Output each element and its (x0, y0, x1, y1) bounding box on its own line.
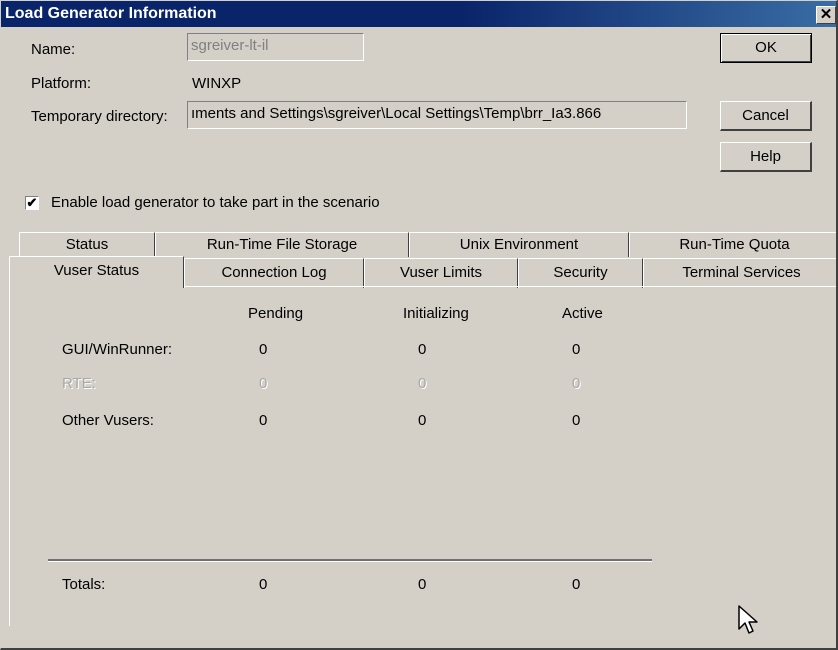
tab-unix-environment[interactable]: Unix Environment (409, 232, 629, 257)
tab-run-time-quota[interactable]: Run-Time Quota (629, 232, 836, 257)
close-button[interactable]: ✕ (816, 6, 836, 24)
other-vusers-initializing: 0 (418, 412, 427, 429)
row-label-totals: Totals: (62, 576, 106, 593)
row-label-gui-winrunner: GUI/WinRunner: (62, 341, 173, 358)
name-field: sgreiver-lt-il (187, 33, 364, 61)
temp-dir-value: ıments and Settings\sgreiver\Local Setti… (191, 105, 602, 122)
rte-pending: 0 (259, 375, 268, 392)
totals-active: 0 (572, 576, 581, 593)
row-label-rte: RTE: (62, 375, 96, 392)
cancel-button[interactable]: Cancel (720, 101, 812, 131)
name-label: Name: (31, 41, 76, 58)
column-header-pending: Pending (248, 305, 304, 322)
close-icon: ✕ (819, 6, 833, 23)
row-label-other-vusers: Other Vusers: (62, 412, 154, 429)
tab-vuser-limits[interactable]: Vuser Limits (364, 258, 518, 288)
totals-pending: 0 (259, 576, 268, 593)
tab-run-time-file-storage[interactable]: Run-Time File Storage (155, 232, 409, 257)
load-generator-dialog: Load Generator Information ✕ Name: sgrei… (0, 0, 838, 650)
tab-status[interactable]: Status (19, 232, 155, 257)
enable-checkbox[interactable]: ✔ (25, 196, 39, 210)
column-header-initializing: Initializing (403, 305, 469, 322)
window-title: Load Generator Information (5, 5, 217, 22)
platform-value: WINXP (192, 75, 242, 92)
other-vusers-active: 0 (572, 412, 581, 429)
tab-connection-log[interactable]: Connection Log (184, 258, 364, 288)
ok-button[interactable]: OK (720, 33, 812, 63)
tab-security[interactable]: Security (518, 258, 643, 288)
gui-winrunner-initializing: 0 (418, 341, 427, 358)
rte-active: 0 (572, 375, 581, 392)
help-button[interactable]: Help (720, 142, 812, 172)
checkmark-icon: ✔ (26, 195, 38, 210)
title-bar[interactable]: Load Generator Information ✕ (1, 1, 836, 27)
column-header-active: Active (562, 305, 603, 322)
totals-initializing: 0 (418, 576, 427, 593)
name-field-value: sgreiver-lt-il (191, 37, 269, 54)
mouse-pointer-icon (738, 605, 758, 634)
gui-winrunner-pending: 0 (259, 341, 268, 358)
gui-winrunner-active: 0 (572, 341, 581, 358)
totals-separator (48, 559, 652, 562)
platform-label: Platform: (31, 75, 92, 92)
tab-terminal-services[interactable]: Terminal Services (643, 258, 836, 288)
enable-checkbox-label: Enable load generator to take part in th… (51, 194, 380, 211)
tab-vuser-status[interactable]: Vuser Status (9, 256, 184, 288)
other-vusers-pending: 0 (259, 412, 268, 429)
temp-dir-field[interactable]: ıments and Settings\sgreiver\Local Setti… (187, 101, 687, 129)
rte-initializing: 0 (418, 375, 427, 392)
vuser-status-panel (9, 286, 836, 626)
temp-dir-label: Temporary directory: (31, 108, 168, 125)
